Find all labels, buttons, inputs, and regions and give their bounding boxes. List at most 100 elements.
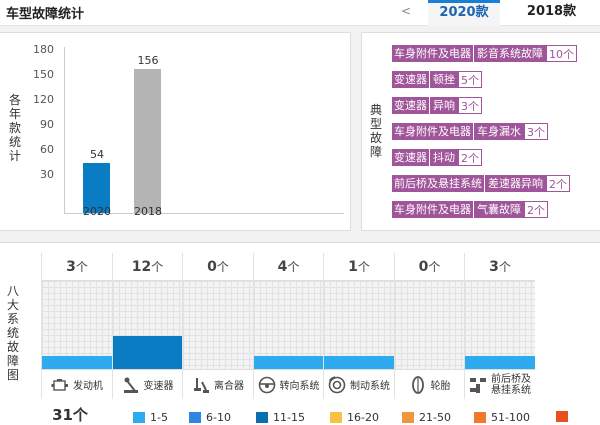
legend-item: 11-15 — [256, 411, 305, 424]
side-char: 年 — [8, 107, 21, 121]
side-char: 型 — [369, 117, 382, 131]
system-bar-fill — [42, 355, 112, 369]
system-count-unit: 个 — [498, 260, 511, 274]
fault-item[interactable]: 车身附件及电器 影音系统故障 10个 — [392, 45, 600, 62]
legend-item: 51-100 — [474, 411, 530, 424]
system-column[interactable]: 12个 变速器 — [111, 253, 183, 399]
fault-category: 前后桥及悬挂系统 — [392, 175, 484, 192]
system-count-unit: 个 — [287, 260, 300, 274]
yearly-side-label: 各 年 款 统 计 — [8, 93, 22, 163]
fault-category: 变速器 — [392, 149, 429, 166]
system-bar-area — [324, 281, 394, 369]
fault-item[interactable]: 变速器 异响 3个 — [392, 97, 600, 114]
system-name: 发动机 — [73, 381, 103, 392]
system-name: 前后桥及 悬挂系统 — [491, 374, 531, 396]
system-column[interactable]: 3个前后桥及 悬挂系统 — [464, 253, 535, 399]
fault-item[interactable]: 车身附件及电器 车身漏水 3个 — [392, 123, 600, 140]
bar-value-label: 54 — [90, 148, 104, 162]
legend-label: 21-50 — [419, 411, 451, 424]
y-tick: 180 — [33, 43, 54, 56]
fault-name: 影音系统故障 — [473, 45, 546, 62]
system-label: 转向系统 — [253, 369, 324, 399]
bar-2018[interactable] — [134, 69, 161, 213]
legend-label: 16-20 — [347, 411, 379, 424]
tab-2020[interactable]: 2020款 — [428, 0, 500, 26]
system-count-unit: 个 — [151, 260, 164, 274]
legend-label: 51-100 — [491, 411, 530, 424]
system-name: 变速器 — [143, 381, 174, 392]
system-column[interactable]: 3个发动机 — [41, 253, 112, 399]
side-char: 款 — [8, 121, 21, 135]
system-count-value: 1 — [348, 259, 358, 275]
fault-item[interactable]: 前后桥及悬挂系统 差速器异响 2个 — [392, 175, 600, 192]
system-name: 转向系统 — [279, 381, 320, 392]
fault-name: 顿挫 — [429, 71, 458, 88]
side-char: 大 — [6, 298, 19, 312]
system-label: 变速器 — [112, 369, 183, 399]
steering-wheel-icon — [258, 376, 276, 394]
tire-icon — [409, 375, 427, 394]
system-bar-area — [394, 281, 465, 369]
x-tick-2020: 2020 — [83, 205, 111, 218]
fault-name: 气囊故障 — [473, 201, 524, 218]
side-char: 障 — [6, 354, 19, 368]
system-label: 制动系统 — [324, 369, 394, 399]
side-char: 计 — [8, 149, 21, 163]
system-bar-area — [42, 281, 112, 369]
fault-category: 变速器 — [392, 71, 429, 88]
system-count: 3个 — [42, 253, 112, 281]
legend-swatch — [402, 412, 414, 423]
system-count-value: 0 — [418, 259, 429, 275]
legend-swatch — [189, 412, 201, 423]
gear-shift-icon — [122, 376, 140, 394]
tab-2018[interactable]: 2018款 — [503, 0, 600, 26]
prev-arrow-button[interactable]: < — [398, 4, 414, 18]
system-count-value: 0 — [207, 259, 217, 275]
fault-category: 车身附件及电器 — [392, 123, 473, 140]
system-label: 离合器 — [183, 369, 253, 399]
y-tick: 60 — [40, 143, 54, 156]
side-char: 故 — [369, 131, 382, 145]
system-column[interactable]: 0个 轮胎 — [393, 253, 465, 399]
system-count-value: 3 — [489, 259, 499, 275]
fault-count: 2个 — [546, 175, 570, 192]
y-tick: 30 — [40, 168, 54, 181]
engine-icon — [51, 376, 69, 394]
system-count-value: 4 — [277, 259, 288, 275]
side-char: 八 — [6, 284, 19, 298]
system-count-unit: 个 — [75, 260, 88, 274]
fault-item[interactable]: 变速器 顿挫 5个 — [392, 71, 600, 88]
fault-item[interactable]: 车身附件及电器 气囊故障 2个 — [392, 201, 600, 218]
legend-label: 6-10 — [206, 411, 231, 424]
legend-swatch — [133, 412, 145, 423]
fault-count: 3个 — [458, 97, 482, 114]
system-column[interactable]: 0个 离合器 — [182, 253, 253, 399]
legend-swatch — [330, 412, 342, 423]
fault-name: 异响 — [429, 97, 458, 114]
system-bar-fill — [112, 336, 183, 369]
system-label: 发动机 — [42, 369, 112, 399]
fault-item[interactable]: 变速器 抖动 2个 — [392, 149, 600, 166]
legend-swatch — [556, 411, 568, 422]
fault-count: 2个 — [524, 201, 548, 218]
legend-item — [556, 411, 568, 422]
yearly-stats-panel: 各 年 款 统 计 180 150 120 90 60 30 54 156 20… — [0, 32, 351, 231]
side-char: 统 — [6, 326, 19, 340]
typical-faults-panel: 典 型 故 障 车身附件及电器 影音系统故障 10个 变速器 顿挫 5个 变速器… — [361, 32, 600, 231]
fault-count: 10个 — [546, 45, 577, 62]
fault-count: 2个 — [458, 149, 482, 166]
legend-item: 16-20 — [330, 411, 379, 424]
system-column[interactable]: 1个制动系统 — [323, 253, 394, 399]
side-char: 统 — [8, 135, 21, 149]
system-bar-fill — [324, 355, 394, 369]
system-count-unit: 个 — [357, 260, 370, 274]
system-count: 0个 — [394, 253, 465, 281]
fault-name: 车身漏水 — [473, 123, 524, 140]
system-count: 3个 — [465, 253, 535, 281]
side-char: 图 — [6, 368, 19, 382]
system-bar-area — [253, 281, 324, 369]
faults-side-label: 典 型 故 障 — [369, 103, 383, 159]
system-count-value: 3 — [66, 259, 76, 275]
system-column[interactable]: 4个转向系统 — [252, 253, 324, 399]
system-name-line: 前后桥及 — [491, 373, 531, 385]
